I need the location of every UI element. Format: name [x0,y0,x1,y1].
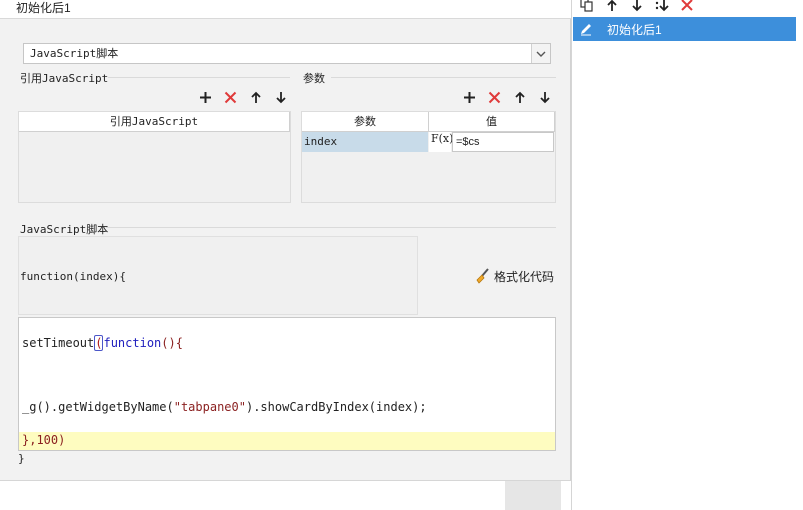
code-editor[interactable]: setTimeout(function(){ _g().getWidgetByN… [18,317,556,451]
delete-icon[interactable] [222,89,239,106]
event-editor-dialog: 初始化后1 JavaScript脚本 引用JavaScript 引用JavaSc… [0,0,571,481]
arrow-up-icon[interactable] [247,89,264,106]
ref-js-column-header[interactable]: 引用JavaScript [19,112,290,132]
param-column-header[interactable]: 参数 [302,112,429,132]
formula-icon[interactable]: F(x) [429,132,454,152]
add-icon[interactable] [461,89,478,106]
current-line-highlight [19,432,555,450]
event-list-item-label: 初始化后1 [607,22,662,37]
divider [108,77,290,78]
screen: 初始化后1 JavaScript脚本 引用JavaScript 引用JavaSc… [0,0,803,510]
event-list-item[interactable]: 初始化后1 [573,17,796,41]
function-closing: } [18,452,25,465]
arrow-down-icon[interactable] [628,0,645,12]
ref-js-label: 引用JavaScript [20,72,109,85]
code-line: setTimeout(function(){ [22,335,183,351]
params-table: 参数 值 index F(x) =$cs [301,111,556,203]
arrow-down-icon[interactable] [536,89,553,106]
arrow-up-icon[interactable] [603,0,620,12]
format-code-label: 格式化代码 [494,269,555,284]
ref-js-table: 引用JavaScript [18,111,291,203]
background-panel [561,481,571,510]
script-type-value: JavaScript脚本 [30,47,119,60]
function-signature: function(index){ [18,236,418,315]
params-label: 参数 [303,72,325,85]
script-type-select[interactable]: JavaScript脚本 [23,43,551,64]
divider [331,77,556,78]
dialog-title: 初始化后1 [0,0,571,19]
move-bottom-icon[interactable] [653,0,670,12]
event-list-panel: 初始化后1 [571,0,803,510]
add-icon[interactable] [197,89,214,106]
delete-icon[interactable] [486,89,503,106]
params-toolbar [461,88,553,106]
divider [106,227,556,228]
event-list-toolbar [578,0,695,12]
arrow-up-icon[interactable] [511,89,528,106]
formula-label: F(x) [431,132,454,145]
code-line: },100) [22,433,66,447]
background-panel [505,481,561,510]
copy-icon[interactable] [578,0,595,12]
param-value-input[interactable]: =$cs [452,132,554,152]
broom-icon [476,268,489,284]
edit-icon [575,17,597,41]
delete-icon[interactable] [678,0,695,12]
ref-js-toolbar [197,88,289,106]
script-label: JavaScript脚本 [20,223,109,236]
chevron-down-icon[interactable] [531,44,550,63]
format-code-button[interactable]: 格式化代码 [474,266,554,286]
arrow-down-icon[interactable] [272,89,289,106]
code-line: _g().getWidgetByName("tabpane0").showCar… [22,400,427,414]
param-name-cell[interactable]: index [302,132,428,152]
value-column-header[interactable]: 值 [429,112,555,132]
